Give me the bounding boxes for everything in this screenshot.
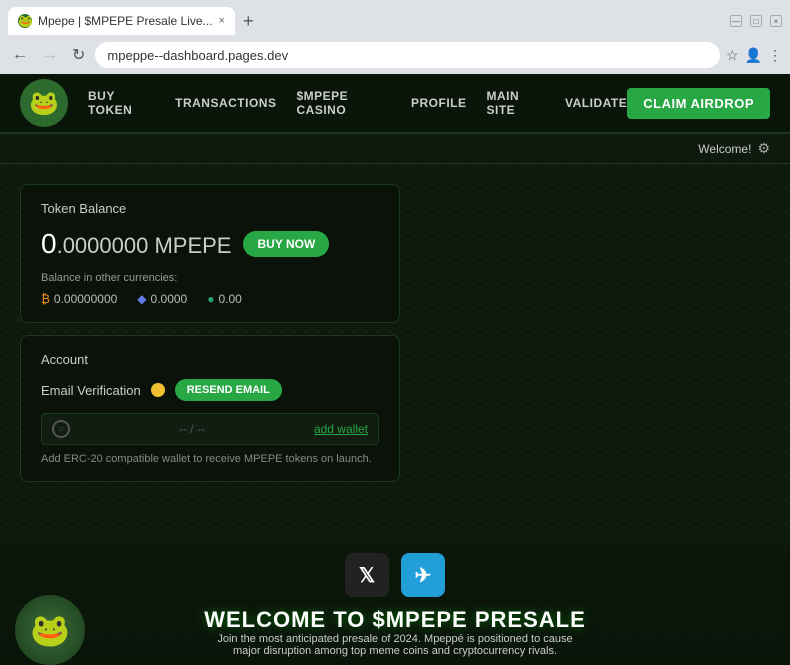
btc-balance: ₿ 0.00000000 (41, 292, 117, 306)
token-balance-card: Token Balance 0.0000000 MPEPE BUY NOW Ba… (20, 184, 400, 323)
presale-subtext-2: major disruption among top meme coins an… (233, 645, 557, 657)
menu-icon[interactable]: ⋮ (768, 47, 782, 64)
close-window-button[interactable]: × (770, 15, 782, 27)
pepe-logo-watermark: 🐸 (15, 595, 85, 665)
eth-balance: ◆ 0.0000 (137, 292, 187, 306)
back-button[interactable]: ← (8, 44, 32, 66)
nav-transactions[interactable]: TRANSACTIONS (175, 96, 276, 110)
pepe-watermark: 🐸 (0, 585, 100, 665)
x-icon: 𝕏 (359, 563, 375, 588)
browser-tab[interactable]: 🐸 Mpepe | $MPEPE Presale Live... × (8, 7, 235, 35)
page: 🐸 BUY TOKEN TRANSACTIONS $MPEPE CASINO P… (0, 74, 790, 665)
wallet-note: Add ERC-20 compatible wallet to receive … (41, 453, 379, 465)
currencies-label: Balance in other currencies: (41, 272, 379, 284)
address-input[interactable] (95, 42, 720, 68)
presale-heading: WELCOME TO $MPEPE PRESALE (204, 607, 586, 633)
forward-button[interactable]: → (38, 44, 62, 66)
logo-emoji: 🐸 (29, 89, 59, 118)
new-tab-button[interactable]: + (239, 11, 258, 32)
social-buttons: 𝕏 ✈ (345, 553, 445, 597)
resend-email-button[interactable]: RESEND EMAIL (175, 379, 282, 401)
telegram-social-button[interactable]: ✈ (401, 553, 445, 597)
bookmark-icon[interactable]: ☆ (726, 47, 739, 64)
browser-title-bar: 🐸 Mpepe | $MPEPE Presale Live... × + — □… (0, 0, 790, 36)
bottom-section: 𝕏 ✈ WELCOME TO $MPEPE PRESALE Join the m… (0, 545, 790, 665)
address-bar: ← → ↻ ☆ 👤 ⋮ (0, 36, 790, 74)
welcome-text: Welcome! (698, 142, 751, 156)
presale-subtext-1: Join the most anticipated presale of 202… (217, 633, 572, 645)
buy-now-button[interactable]: BUY NOW (243, 231, 329, 257)
wallet-separator: -- / -- (80, 422, 304, 436)
nav-bar: 🐸 BUY TOKEN TRANSACTIONS $MPEPE CASINO P… (0, 74, 790, 134)
add-wallet-link[interactable]: add wallet (314, 422, 368, 436)
account-card: Account Email Verification RESEND EMAIL … (20, 335, 400, 482)
telegram-icon: ✈ (415, 563, 432, 588)
logo: 🐸 (20, 79, 68, 127)
maximize-button[interactable]: □ (750, 15, 762, 27)
tab-favicon: 🐸 (18, 14, 32, 28)
tab-close-button[interactable]: × (219, 15, 225, 27)
btc-icon: ₿ (41, 292, 50, 306)
balance-decimals: .0000000 MPEPE (57, 233, 232, 258)
minimize-button[interactable]: — (730, 15, 742, 27)
eth-icon: ◆ (137, 292, 146, 306)
browser-chrome: 🐸 Mpepe | $MPEPE Presale Live... × + — □… (0, 0, 790, 74)
balance-amount: 0.0000000 MPEPE (41, 228, 231, 260)
window-controls: — □ × (730, 15, 782, 27)
reload-button[interactable]: ↻ (68, 43, 89, 67)
email-verification-row: Email Verification RESEND EMAIL (41, 379, 379, 401)
account-title: Account (41, 352, 379, 367)
token-balance-title: Token Balance (41, 201, 379, 216)
browser-actions: ☆ 👤 ⋮ (726, 47, 782, 64)
settings-icon[interactable]: ⚙ (757, 140, 770, 157)
nav-main-site[interactable]: MAIN SITE (487, 89, 546, 117)
usdt-balance: ● 0.00 (207, 292, 242, 306)
wallet-row: ○ -- / -- add wallet (41, 413, 379, 445)
main-content: Token Balance 0.0000000 MPEPE BUY NOW Ba… (0, 164, 790, 502)
currency-row: ₿ 0.00000000 ◆ 0.0000 ● 0.00 (41, 292, 379, 306)
nav-links: BUY TOKEN TRANSACTIONS $MPEPE CASINO PRO… (88, 89, 627, 117)
verification-status-dot (151, 383, 165, 397)
nav-profile[interactable]: PROFILE (411, 96, 467, 110)
eth-value: 0.0000 (151, 292, 188, 306)
welcome-bar: Welcome! ⚙ (0, 134, 790, 164)
profile-icon[interactable]: 👤 (745, 47, 762, 64)
claim-airdrop-button[interactable]: CLAIM AIRDROP (627, 88, 770, 119)
balance-zero: 0 (41, 228, 57, 259)
nav-buy-token[interactable]: BUY TOKEN (88, 89, 155, 117)
btc-value: 0.00000000 (54, 292, 117, 306)
tab-title: Mpepe | $MPEPE Presale Live... (38, 14, 213, 28)
nav-validate[interactable]: VALIDATE (565, 96, 627, 110)
wallet-circle-icon: ○ (52, 420, 70, 438)
usdt-icon: ● (207, 292, 214, 306)
usdt-value: 0.00 (218, 292, 241, 306)
email-verification-label: Email Verification (41, 383, 141, 398)
nav-casino[interactable]: $MPEPE CASINO (296, 89, 391, 117)
x-social-button[interactable]: 𝕏 (345, 553, 389, 597)
token-balance-row: 0.0000000 MPEPE BUY NOW (41, 228, 379, 260)
